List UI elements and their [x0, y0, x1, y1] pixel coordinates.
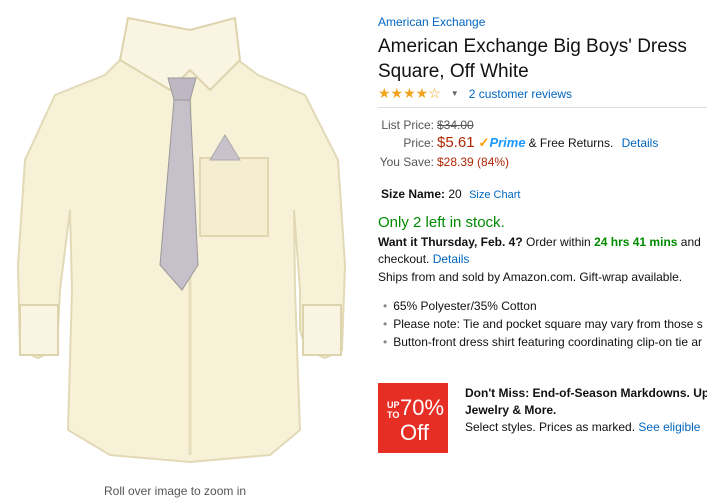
and-text: and [680, 235, 701, 249]
savings-row: You Save: $28.39 (84%) [378, 155, 509, 169]
product-image[interactable] [0, 0, 368, 480]
you-save-value: $28.39 (84%) [437, 155, 510, 169]
rating-row: ★★★★☆ ▼ 2 customer reviews [378, 85, 572, 102]
prime-badge: ✓Prime [478, 135, 526, 150]
size-value[interactable]: 20 [448, 187, 461, 201]
chevron-down-icon[interactable]: ▼ [451, 89, 459, 98]
details-link[interactable]: Details [622, 136, 659, 150]
promo-headline: Don't Miss: End-of-Season Markdowns. Up [465, 386, 707, 400]
price-row: Price: $5.61 ✓Prime & Free Returns. Details [378, 134, 658, 151]
list-price-row: List Price: $34.00 [378, 118, 474, 132]
divider [378, 107, 707, 108]
customer-reviews-link[interactable]: 2 customer reviews [469, 87, 572, 101]
prime-check-icon: ✓ [478, 135, 490, 150]
list-price-label: List Price: [381, 118, 434, 132]
product-image-panel: Roll over image to zoom in [0, 0, 368, 498]
size-chart-link[interactable]: Size Chart [469, 189, 520, 201]
promo-headline-2: Jewelry & More. [465, 403, 557, 417]
promo-text: Don't Miss: End-of-Season Markdowns. Up … [465, 385, 707, 436]
promo-off: Off [400, 420, 429, 445]
size-row: Size Name: 20 Size Chart [381, 187, 520, 201]
product-details: American Exchange American Exchange Big … [378, 0, 707, 492]
list-item: Please note: Tie and pocket square may v… [383, 315, 707, 333]
delivery-details-link[interactable]: Details [433, 252, 470, 266]
delivery-message: Want it Thursday, Feb. 4? Order within 2… [378, 234, 707, 268]
free-returns-text: & Free Returns. [528, 136, 614, 150]
feature-bullets: 65% Polyester/35% Cotton Please note: Ti… [383, 297, 707, 351]
brand-link[interactable]: American Exchange [378, 15, 485, 29]
list-item: Button-front dress shirt featuring coord… [383, 333, 707, 351]
pocket-shape [199, 157, 269, 237]
order-within-text: Order within [526, 235, 591, 249]
promo-eligible-link[interactable]: See eligible [638, 420, 700, 434]
promo-up-to: UP TO [387, 400, 400, 420]
price-value: $5.61 [437, 134, 475, 151]
checkout-text: checkout. [378, 252, 430, 266]
price-label: Price: [403, 136, 434, 150]
zoom-hint: Roll over image to zoom in [104, 484, 247, 498]
product-title: American Exchange Big Boys' Dress Square… [378, 36, 687, 82]
promo-body: Select styles. Prices as marked. [465, 420, 636, 434]
promo-percent: 70% [400, 395, 445, 420]
list-item: 65% Polyester/35% Cotton [383, 297, 707, 315]
star-rating-icon[interactable]: ★★★★☆ [378, 85, 441, 102]
stock-status: Only 2 left in stock. [378, 214, 505, 231]
promo-body-row: Select styles. Prices as marked. See eli… [465, 419, 707, 436]
countdown-timer: 24 hrs 41 mins [594, 235, 678, 249]
list-price-value: $34.00 [437, 118, 474, 132]
delivery-date: Want it Thursday, Feb. 4? [378, 235, 523, 249]
ships-from-text: Ships from and sold by Amazon.com. Gift-… [378, 270, 683, 284]
size-name-label: Size Name: [381, 187, 446, 201]
promo-badge[interactable]: UP TO 70% Off [378, 383, 448, 453]
you-save-label: You Save: [379, 155, 434, 169]
